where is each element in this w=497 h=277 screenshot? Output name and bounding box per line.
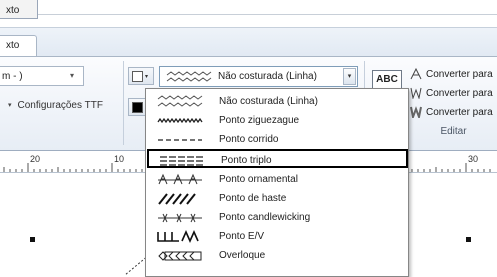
stitch-w-icon [410, 87, 422, 99]
dropdown-item-label: Ponto de haste [219, 193, 287, 204]
chevron-down-icon: ▾ [145, 73, 149, 80]
zigzag-flat-icon [166, 71, 212, 82]
dropdown-item[interactable]: Ponto candlewicking [146, 208, 408, 227]
stitch-type-combo[interactable]: Não costurada (Linha) ▾ [159, 66, 358, 87]
dropdown-item-label: Ponto ornamental [219, 174, 298, 185]
dropdown-item-label: Ponto ziguezague [219, 115, 300, 126]
letter-a-outline-icon [410, 68, 422, 80]
dropdown-item[interactable]: Ponto E/V [146, 227, 408, 246]
dropdown-item-label: Não costurada (Linha) [219, 96, 318, 107]
dropdown-item-label: Ponto E/V [219, 231, 265, 242]
dropdown-item-label: Ponto triplo [221, 155, 272, 166]
stitch-w-fill-icon [410, 106, 422, 118]
overlock-icon [158, 251, 202, 261]
dropdown-item-label: Ponto candlewicking [219, 212, 311, 223]
candlewick-icon [158, 213, 202, 223]
dropdown-item[interactable]: Ponto de haste [146, 189, 408, 208]
convert-stitch-button[interactable]: Converter para [410, 85, 493, 101]
color-swatch [132, 70, 143, 82]
convert-outline-button[interactable]: Converter para [410, 66, 493, 82]
stitch-type-dropdown: Não costurada (Linha) Ponto ziguezague P… [145, 88, 409, 277]
group-label-edit: Editar [440, 126, 467, 137]
dashed-line-icon [158, 139, 202, 141]
zigzag-flat-icon [157, 95, 203, 107]
ruler-number: 30 [468, 154, 479, 164]
convert-fill-button[interactable]: Converter para [410, 104, 493, 120]
dropdown-item[interactable]: Overloque [146, 246, 408, 265]
selection-handle[interactable] [30, 237, 35, 242]
ttf-settings-button[interactable]: ▾ Configurações TTF [8, 98, 103, 112]
chevron-down-icon: ▾ [69, 71, 74, 80]
convert-label: Converter para [426, 87, 493, 99]
abc-text-button[interactable]: ABC [372, 70, 402, 90]
dropdown-item[interactable]: Não costurada (Linha) [146, 92, 408, 111]
convert-label: Converter para [426, 68, 493, 80]
title-divider [38, 14, 497, 15]
dropdown-item[interactable]: Ponto corrido [146, 130, 408, 149]
dropdown-item[interactable]: Ponto ornamental [146, 170, 408, 189]
dropdown-item[interactable]: Ponto ziguezague [146, 111, 408, 130]
dropdown-item-label: Ponto corrido [219, 134, 279, 145]
ruler-number: 10 [114, 154, 125, 164]
zigzag-icon [157, 117, 203, 124]
chevron-down-icon[interactable]: ▾ [343, 68, 356, 85]
document-tab[interactable]: xto [0, 0, 38, 19]
dropdown-item-label: Overloque [219, 250, 266, 261]
dropdown-item-selected[interactable]: Ponto triplo [147, 149, 408, 168]
ribbon-tab-row: xto [0, 27, 497, 59]
chevron-down-icon: ▾ [8, 102, 12, 109]
convert-label: Converter para [426, 106, 493, 118]
triple-line-icon [160, 156, 204, 166]
ornamental-icon [158, 173, 202, 185]
selection-handle[interactable] [466, 237, 471, 242]
stitch-combo-value: Não costurada (Linha) [218, 71, 317, 82]
font-combo[interactable]: m - ) ▾ [0, 66, 84, 86]
group-divider [123, 61, 124, 145]
line-color-button[interactable]: ▾ [128, 67, 154, 85]
ev-stitch-icon [157, 230, 199, 243]
title-tab-strip: xto [0, 0, 497, 27]
color-swatch [132, 101, 143, 113]
ruler-number: 20 [30, 154, 41, 164]
font-combo-value: m - ) [2, 71, 23, 82]
stem-icon [158, 193, 196, 205]
ttf-settings-label: Configurações TTF [17, 99, 103, 111]
